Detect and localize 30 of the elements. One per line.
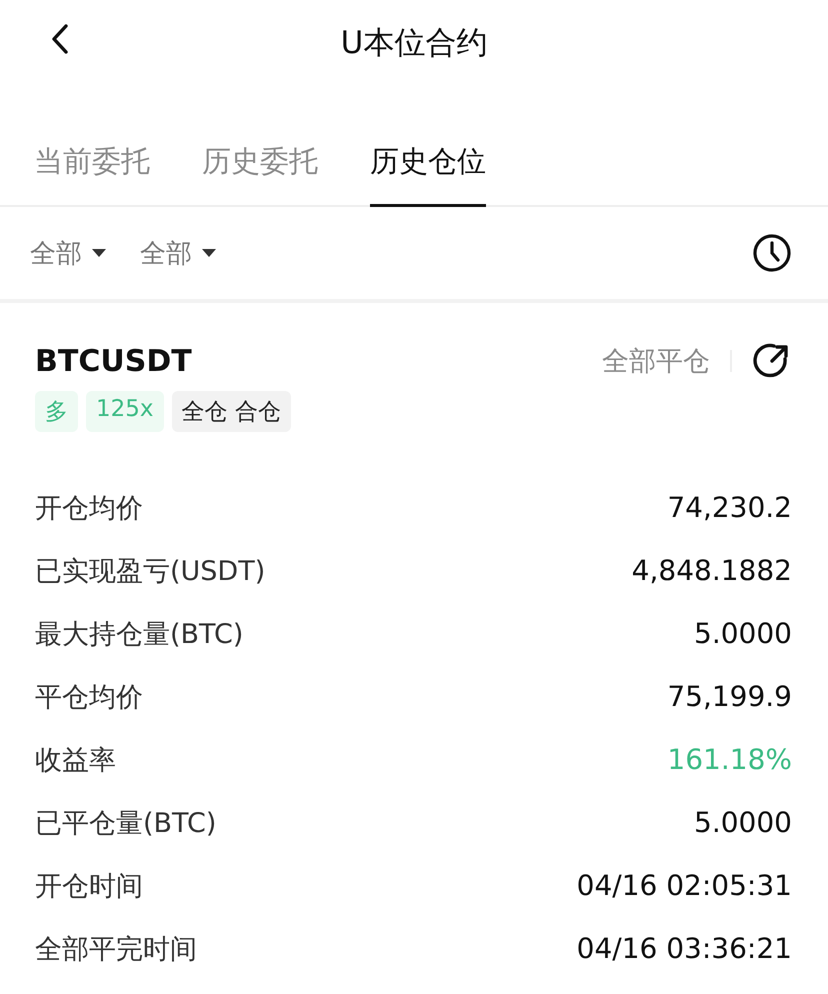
tab[interactable]: 当前委托 <box>34 132 150 207</box>
field-value: 161.18% <box>667 743 792 776</box>
tag-label: 全仓 合仓 <box>172 391 291 432</box>
field-label: 最大持仓量(BTC) <box>35 618 244 652</box>
field-value: 5.0000 <box>694 617 792 650</box>
field-value: 04/16 03:36:21 <box>576 932 792 965</box>
tab[interactable]: 历史委托 <box>202 132 318 207</box>
field-label: 已实现盈亏(USDT) <box>35 554 266 588</box>
symbol-title: BTCUSDT <box>35 344 192 378</box>
field-value: 4,848.1882 <box>632 554 792 587</box>
caret-icon <box>92 249 106 257</box>
tag-label: 125x <box>86 391 164 432</box>
close-all-button[interactable]: 全部平仓 <box>602 343 710 379</box>
field-label: 平仓均价 <box>35 680 143 714</box>
clock-icon[interactable] <box>752 233 792 273</box>
field-value: 74,230.2 <box>667 491 792 524</box>
field-label: 全部平完时间 <box>35 932 197 966</box>
field-value: 5.0000 <box>694 806 792 839</box>
field-label: 开仓时间 <box>35 870 143 904</box>
page-title: U本位合约 <box>340 24 488 63</box>
field-value: 04/16 02:05:31 <box>576 869 792 902</box>
tab[interactable]: 历史仓位 <box>370 132 486 207</box>
field-label: 已平仓量(BTC) <box>35 806 216 840</box>
tag-label: 多 <box>35 391 78 432</box>
filter-dropdown[interactable]: 全部 <box>140 236 216 270</box>
caret-icon <box>202 249 216 257</box>
field-label: 收益率 <box>35 744 116 778</box>
field-label: 开仓均价 <box>35 492 143 526</box>
filter-dropdown[interactable]: 全部 <box>30 236 106 270</box>
field-value: 75,199.9 <box>667 680 792 713</box>
